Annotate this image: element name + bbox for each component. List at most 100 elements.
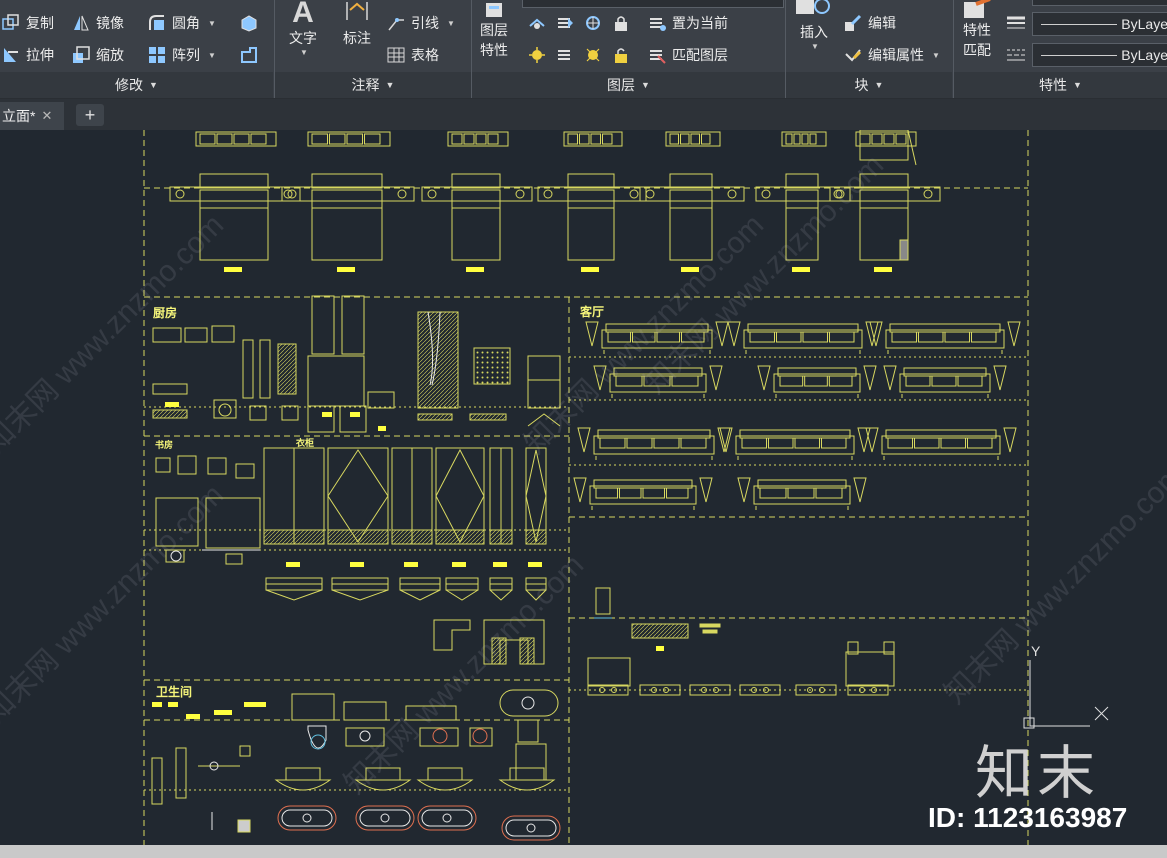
cad-entity	[327, 449, 389, 543]
modify-panel-title[interactable]: 修改 ▼	[0, 72, 273, 98]
layer-isolate-icon[interactable]	[556, 14, 574, 32]
chevron-down-icon[interactable]: ▼	[932, 51, 940, 60]
lamp	[865, 321, 879, 347]
cad-entity	[397, 189, 407, 199]
cad-entity	[527, 355, 561, 409]
fillet-button[interactable]: 圆角 ▼	[148, 12, 216, 34]
cad-entity	[307, 405, 335, 433]
document-tab-active[interactable]: 立面* ✕	[0, 102, 64, 130]
lineweight-dropdown[interactable]: ByLaye	[1032, 43, 1167, 67]
stretch-button[interactable]: 拉伸	[2, 44, 54, 66]
layers-panel-title[interactable]: 图层 ▼	[472, 72, 785, 98]
fillet-label: 圆角	[172, 15, 200, 31]
cad-entity	[519, 637, 535, 665]
cad-entity	[701, 133, 711, 145]
cad-entity	[367, 391, 395, 409]
lamp	[585, 321, 599, 347]
edit-attributes-button[interactable]: 编辑属性 ▼	[844, 44, 940, 66]
dimension-button[interactable]: 标注	[343, 0, 371, 48]
leader-button[interactable]: 引线 ▼	[387, 12, 455, 34]
cad-entity	[931, 375, 957, 387]
layer-properties-line1: 图层	[480, 22, 508, 38]
cad-entity	[833, 189, 843, 199]
block-panel-title[interactable]: 块 ▼	[786, 72, 952, 98]
cad-entity	[515, 743, 547, 781]
wardrobe-label: 衣柜	[296, 437, 314, 448]
annotation-panel-title[interactable]: 注释 ▼	[275, 72, 471, 98]
cad-entity	[265, 589, 323, 601]
make-current-button[interactable]: 置为当前	[648, 12, 728, 34]
scale-button[interactable]: 缩放	[72, 44, 124, 66]
cad-entity	[905, 375, 931, 387]
lineweight-value: ByLaye	[1121, 47, 1167, 63]
mirror-button[interactable]: 镜像	[72, 12, 124, 34]
text-button[interactable]: A 文字 ▼	[289, 0, 317, 57]
new-tab-button[interactable]: +	[76, 104, 104, 126]
layer-freeze-icon[interactable]	[584, 14, 602, 32]
lamp	[727, 321, 741, 347]
close-icon[interactable]: ✕	[41, 108, 52, 124]
chevron-down-icon: ▼	[811, 42, 819, 51]
cad-entity	[895, 133, 907, 145]
cad-entity	[907, 130, 917, 166]
layer-dropdown[interactable]	[522, 0, 784, 8]
furniture-blocks	[151, 130, 1021, 841]
cad-entity	[777, 367, 857, 377]
cad-entity	[152, 409, 188, 419]
lamp	[577, 427, 591, 453]
match-layer-button[interactable]: 匹配图层	[648, 44, 728, 66]
cad-entity	[642, 487, 665, 499]
layer-thaw-icon[interactable]	[584, 46, 602, 64]
linetype-dropdown[interactable]: ByLaye	[1032, 12, 1167, 36]
dimension-tag	[337, 267, 355, 272]
layer-walk-icon[interactable]	[556, 46, 574, 64]
chevron-down-icon: ▼	[300, 48, 308, 57]
chevron-down-icon: ▼	[641, 80, 650, 90]
mirror-icon	[72, 14, 90, 32]
insert-button[interactable]: 插入 ▼	[794, 0, 834, 51]
block-title-text: 块	[854, 77, 869, 93]
ucs-y-label: Y	[1031, 643, 1041, 659]
layer-off-icon[interactable]	[528, 14, 546, 32]
cad-entity	[399, 589, 441, 601]
cad-entity	[859, 173, 909, 189]
cad-entity	[339, 405, 367, 433]
layer-unlock-icon[interactable]	[612, 46, 630, 64]
cad-entity	[903, 367, 987, 377]
chevron-down-icon[interactable]: ▼	[447, 19, 455, 28]
make-current-icon	[648, 14, 666, 32]
array-button[interactable]: 阵列 ▼	[148, 44, 216, 66]
bathtub-elevation	[416, 779, 474, 791]
cad-entity	[235, 463, 255, 479]
cad-entity	[579, 133, 590, 145]
bathtub-elevation	[354, 779, 412, 791]
offset-button[interactable]	[240, 44, 258, 66]
match-properties-button[interactable]: 特性 匹配	[962, 0, 992, 60]
linetype-tool[interactable]	[1006, 44, 1025, 66]
cad-entity	[889, 323, 1001, 333]
cad-entity	[747, 323, 859, 333]
lineweight-tool[interactable]	[1006, 12, 1025, 34]
layer-on-icon[interactable]	[528, 46, 546, 64]
properties-panel-title[interactable]: 特性 ▼	[954, 72, 1167, 98]
layer-properties-button[interactable]: 图层 特性	[480, 2, 508, 60]
dimension-icon	[344, 0, 370, 24]
color-dropdown[interactable]	[1032, 0, 1167, 6]
layer-lock-icon[interactable]	[612, 14, 630, 32]
chevron-down-icon[interactable]: ▼	[208, 19, 216, 28]
solid-edit-button[interactable]	[240, 12, 258, 34]
cad-entity	[152, 383, 188, 395]
cad-entity	[593, 479, 693, 489]
status-bar	[0, 845, 1167, 858]
lamp	[757, 365, 771, 391]
chevron-down-icon[interactable]: ▼	[208, 51, 216, 60]
cad-entity	[472, 728, 488, 744]
table-button[interactable]: 表格	[387, 44, 439, 66]
block-edit-button[interactable]: 编辑	[844, 12, 896, 34]
copy-button[interactable]: 复制	[2, 12, 54, 34]
cad-entity	[213, 399, 237, 419]
block-edit-label: 编辑	[868, 15, 896, 31]
lineweight-icon	[1006, 14, 1025, 32]
edit-attributes-icon	[844, 46, 862, 64]
cad-entity	[681, 331, 705, 343]
